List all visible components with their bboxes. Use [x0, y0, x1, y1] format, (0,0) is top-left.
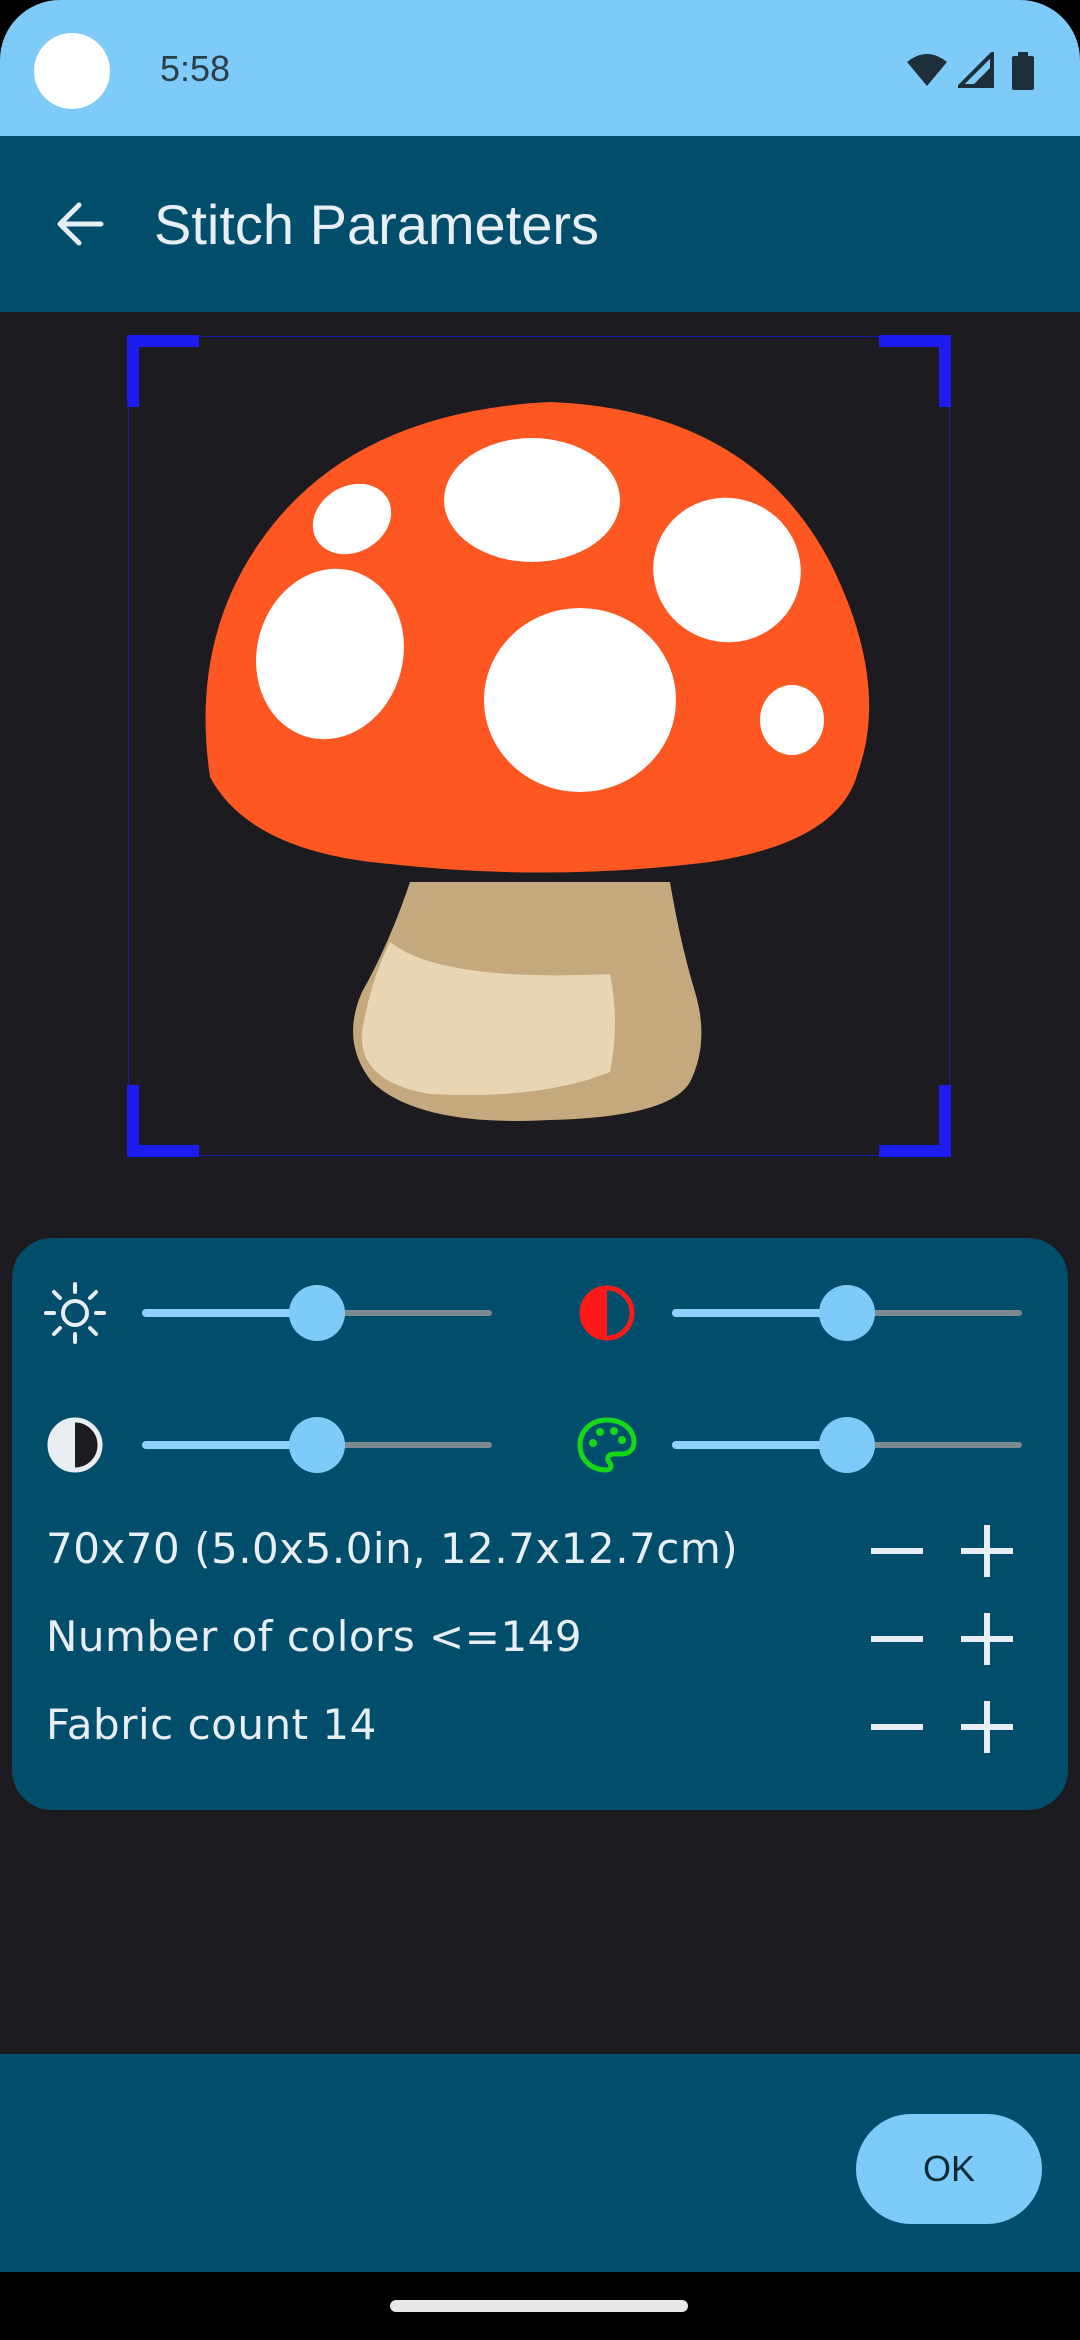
contrast-slider[interactable]: [142, 1415, 492, 1475]
size-row: 70x70 (5.0x5.0in, 12.7x12.7cm): [34, 1516, 1054, 1586]
image-preview: [0, 312, 1080, 1212]
brightness-slider-thumb[interactable]: [289, 1285, 345, 1341]
app-bar: Stitch Parameters: [0, 136, 1080, 312]
contrast-slider-thumb[interactable]: [289, 1417, 345, 1473]
home-indicator[interactable]: [390, 2300, 688, 2312]
colors-row: Number of colors <=149: [34, 1604, 1054, 1674]
wifi-icon: [907, 54, 947, 86]
status-time: 5:58: [160, 48, 231, 89]
plus-icon: [961, 1525, 1013, 1577]
signal-icon: [958, 52, 994, 88]
fabric-row: Fabric count 14: [34, 1692, 1054, 1762]
contrast-red-icon: [579, 1285, 635, 1341]
contrast-icon: [47, 1417, 103, 1473]
size-label: 70x70 (5.0x5.0in, 12.7x12.7cm): [46, 1524, 739, 1573]
size-increase-button[interactable]: [952, 1516, 1022, 1586]
fabric-label: Fabric count 14: [46, 1700, 377, 1749]
contrast-red-slider[interactable]: [672, 1283, 1022, 1343]
navigation-bar: [0, 2272, 1080, 2340]
size-decrease-button[interactable]: [862, 1516, 932, 1586]
brightness-slider[interactable]: [142, 1283, 492, 1343]
minus-icon: [871, 1636, 923, 1642]
mushroom-image: [205, 402, 870, 1121]
ok-button[interactable]: OK: [856, 2114, 1042, 2224]
minus-icon: [871, 1548, 923, 1554]
brightness-icon: [44, 1282, 106, 1344]
crop-handle-top-left[interactable]: [127, 335, 199, 407]
fabric-increase-button[interactable]: [952, 1692, 1022, 1762]
status-bar: 5:58: [0, 0, 1080, 136]
back-button[interactable]: [40, 184, 120, 264]
crop-handle-bottom-left[interactable]: [127, 1085, 199, 1157]
screen: 5:58 Stitch Parameters 70x70 (5.0x5.0in,…: [0, 0, 1080, 2340]
fabric-decrease-button[interactable]: [862, 1692, 932, 1762]
plus-icon: [961, 1701, 1013, 1753]
arrow-back-icon: [57, 202, 104, 246]
bottom-action-bar: OK: [0, 2054, 1080, 2272]
palette-slider-thumb[interactable]: [819, 1417, 875, 1473]
colors-increase-button[interactable]: [952, 1604, 1022, 1674]
colors-decrease-button[interactable]: [862, 1604, 932, 1674]
plus-icon: [961, 1613, 1013, 1665]
minus-icon: [871, 1724, 923, 1730]
palette-slider[interactable]: [672, 1415, 1022, 1475]
palette-icon: [577, 1417, 637, 1473]
page-title: Stitch Parameters: [154, 193, 600, 256]
contrast-red-slider-thumb[interactable]: [819, 1285, 875, 1341]
controls-panel: 70x70 (5.0x5.0in, 12.7x12.7cm) Number of…: [12, 1238, 1068, 1810]
camera-cutout: [34, 33, 110, 109]
colors-label: Number of colors <=149: [46, 1612, 583, 1661]
battery-icon: [1012, 52, 1034, 90]
